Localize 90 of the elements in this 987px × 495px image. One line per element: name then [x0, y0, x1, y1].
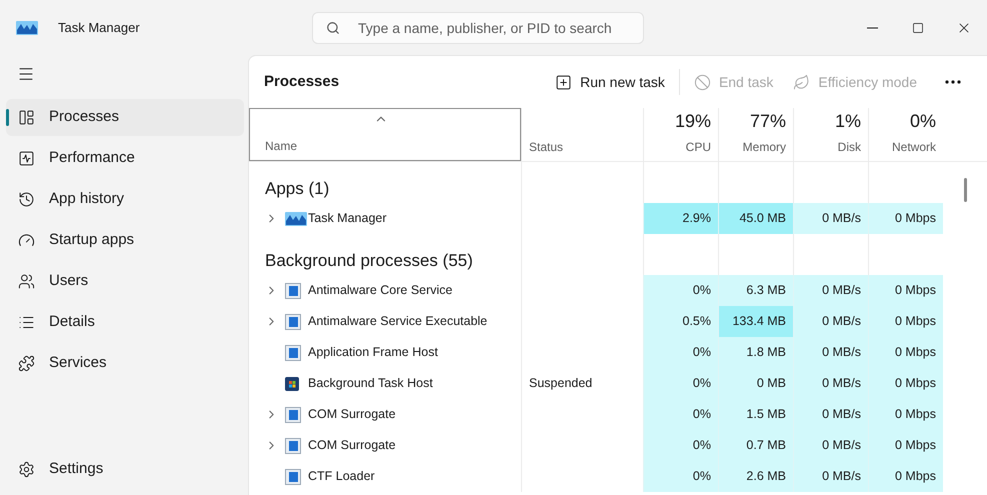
process-name-cell[interactable]: Task Manager	[249, 203, 521, 234]
column-total: 1%	[834, 110, 861, 133]
window-icon	[285, 314, 301, 330]
usage-cell: 0 Mbps	[868, 368, 943, 399]
window-icon	[285, 406, 301, 422]
usage-cell: 0 Mbps	[868, 461, 943, 492]
ban-icon	[694, 74, 711, 90]
sidebar-item[interactable]: Users	[6, 263, 244, 300]
usage-cell: 0%	[643, 461, 718, 492]
column-total: 77%	[750, 110, 786, 133]
search-field[interactable]: Type a name, publisher, or PID to search	[312, 12, 644, 44]
users-icon	[18, 273, 35, 290]
usage-cell: 0%	[643, 430, 718, 461]
usage-cell: 0.5%	[643, 306, 718, 337]
process-name-cell[interactable]: COM Surrogate	[249, 430, 521, 461]
usage-cell: 0 MB/s	[793, 461, 868, 492]
usage-cell: 0 Mbps	[868, 430, 943, 461]
window-icon	[285, 468, 301, 484]
selection-indicator	[6, 109, 9, 126]
usage-cell: 0%	[643, 368, 718, 399]
usage-cell: 0 Mbps	[868, 306, 943, 337]
group-header: Apps (1)	[264, 178, 330, 200]
column-header[interactable]: 1% Disk	[793, 108, 868, 161]
settings-item[interactable]: Settings	[6, 451, 244, 488]
usage-cell: 0.7 MB	[718, 430, 793, 461]
column-total: 19%	[674, 110, 711, 133]
app-icon	[16, 20, 38, 34]
usage-cell: 45.0 MB	[718, 203, 793, 234]
minimize-icon	[866, 26, 878, 28]
usage-cell: 1.5 MB	[718, 399, 793, 430]
sidebar-item[interactable]: Processes	[6, 99, 244, 136]
process-name-cell[interactable]: Antimalware Service Executable	[249, 306, 521, 337]
usage-cell: 0%	[643, 399, 718, 430]
app-icon	[285, 212, 307, 226]
process-name-cell[interactable]: Application Frame Host	[249, 337, 521, 368]
processes-icon	[18, 109, 35, 126]
status-text: Suspended	[529, 375, 592, 392]
process-name-cell[interactable]: COM Surrogate	[249, 399, 521, 430]
process-name-cell[interactable]: Antimalware Core Service	[249, 275, 521, 306]
more-icon	[945, 80, 961, 84]
sidebar-item[interactable]: Startup apps	[6, 222, 244, 259]
process-name-cell[interactable]: Background Task Host	[249, 368, 521, 399]
window-icon	[285, 438, 301, 454]
plus-square-icon	[555, 74, 572, 90]
settings-icon	[18, 461, 35, 478]
window-icon	[285, 344, 301, 360]
usage-cell: 1.8 MB	[718, 337, 793, 368]
usage-cell: 0 MB/s	[793, 337, 868, 368]
usage-cell: 0 MB/s	[793, 203, 868, 234]
usage-cell: 0 Mbps	[868, 337, 943, 368]
usage-cell: 133.4 MB	[718, 306, 793, 337]
usage-cell: 0 MB/s	[793, 368, 868, 399]
leaf-icon	[793, 74, 810, 90]
window-title: Task Manager	[58, 18, 141, 37]
column-header[interactable]: 77% Memory	[718, 108, 793, 161]
column-header[interactable]: Name	[249, 108, 521, 161]
group-header: Background processes (55)	[264, 250, 474, 272]
usage-cell: 0 Mbps	[868, 203, 943, 234]
gauge-icon	[18, 232, 35, 249]
column-total: 0%	[910, 110, 936, 133]
usage-cell: 0%	[643, 275, 718, 306]
usage-cell: 0 MB/s	[793, 399, 868, 430]
usage-cell: 0 MB/s	[793, 430, 868, 461]
column-header[interactable]: 19% CPU	[643, 108, 718, 161]
history-icon	[18, 191, 35, 208]
scrollbar-thumb[interactable]	[964, 178, 966, 202]
sidebar-item[interactable]: Services	[6, 345, 244, 382]
usage-cell: 0 MB/s	[793, 275, 868, 306]
column-header[interactable]: 0% Network	[868, 108, 943, 161]
search-icon	[326, 20, 340, 34]
sidebar-item[interactable]: Details	[6, 304, 244, 341]
column-header[interactable]: Status	[521, 108, 643, 161]
usage-cell: 0 MB/s	[793, 306, 868, 337]
sidebar-item[interactable]: App history	[6, 181, 244, 218]
usage-cell: 6.3 MB	[718, 275, 793, 306]
sidebar-item[interactable]: Performance	[6, 140, 244, 177]
usage-cell: 2.6 MB	[718, 461, 793, 492]
usage-cell: 2.9%	[643, 203, 718, 234]
usage-cell: 0 Mbps	[868, 399, 943, 430]
window-icon	[285, 282, 301, 298]
maximize-icon	[912, 22, 924, 34]
process-name-cell[interactable]: CTF Loader	[249, 461, 521, 492]
activity-icon	[18, 150, 35, 167]
puzzle-icon	[18, 355, 35, 372]
usage-cell: 0 MB	[718, 368, 793, 399]
usage-cell: 0%	[643, 337, 718, 368]
tile-icon	[285, 376, 299, 390]
page-title: Processes	[264, 72, 340, 92]
toolbar-button[interactable]: Run new task	[545, 66, 675, 98]
usage-cell: 0 Mbps	[868, 275, 943, 306]
